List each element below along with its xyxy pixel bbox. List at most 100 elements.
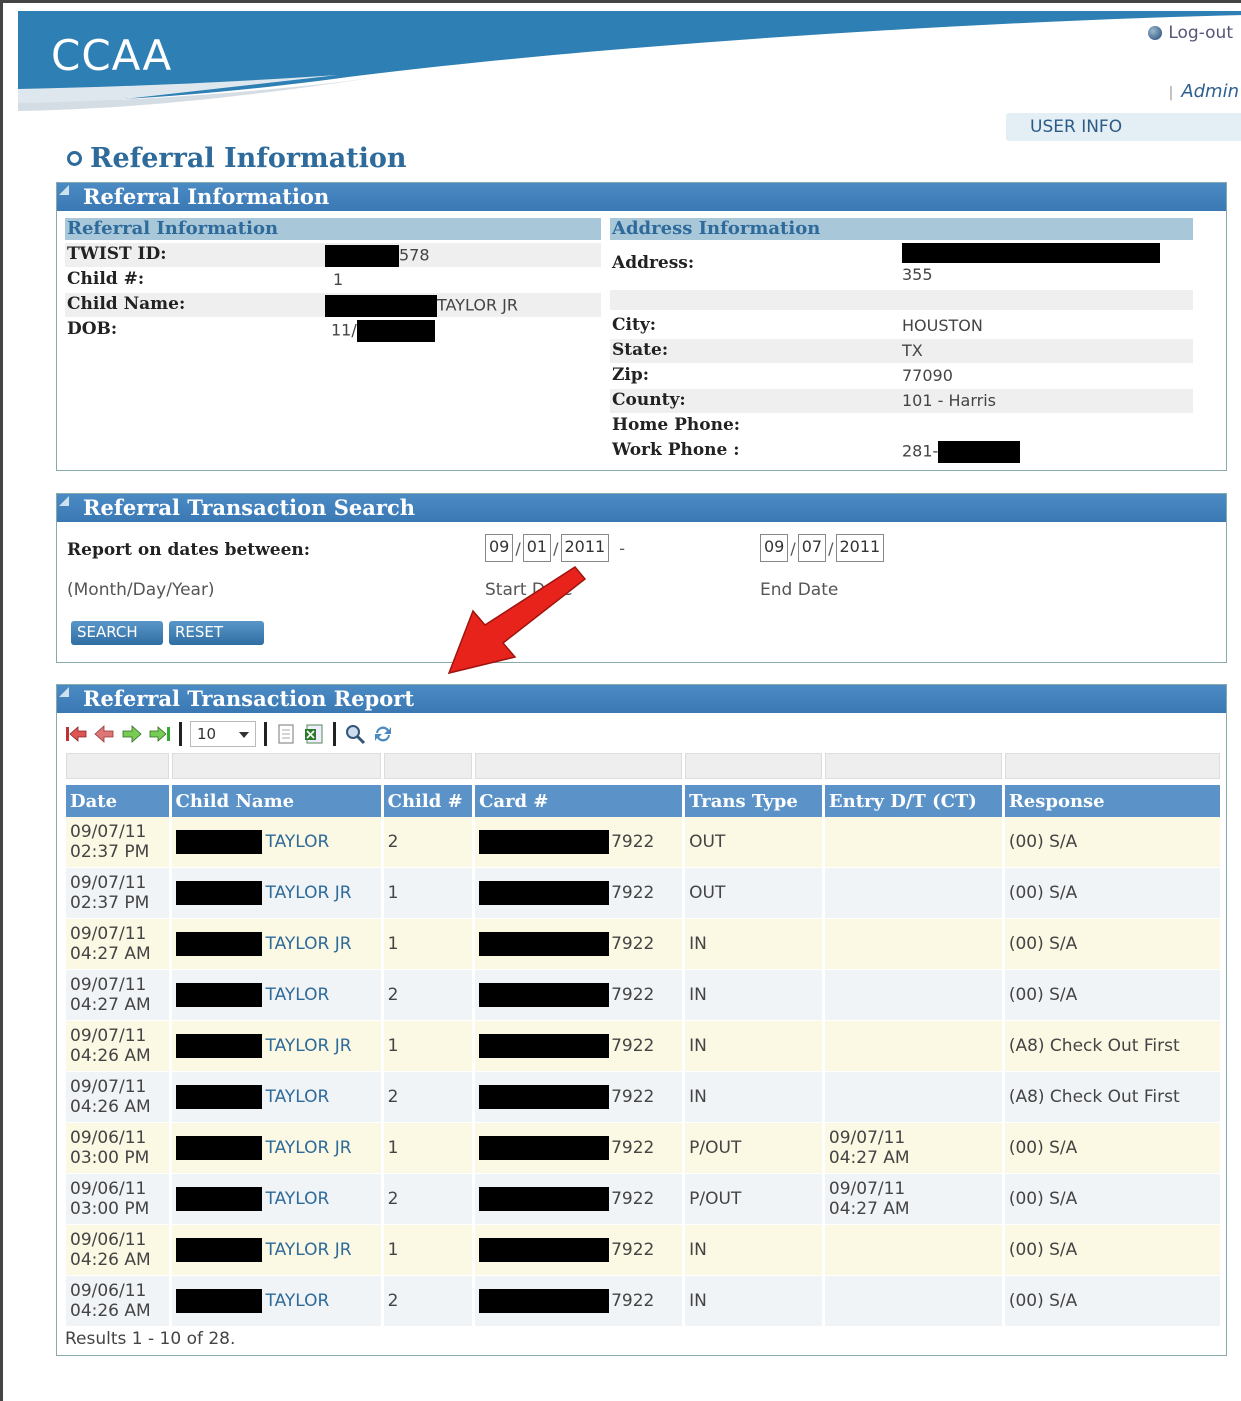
- last-page-icon[interactable]: [149, 723, 171, 745]
- user-info-tab[interactable]: USER INFO: [1006, 113, 1241, 141]
- search-icon[interactable]: [344, 723, 366, 745]
- twist-id-row: TWIST ID: 578: [65, 243, 601, 267]
- address-value: 355: [902, 265, 933, 284]
- filter-cell[interactable]: [66, 753, 169, 779]
- refresh-icon[interactable]: [372, 723, 394, 745]
- start-year-input[interactable]: 2011: [560, 534, 610, 562]
- column-header-date[interactable]: Date: [66, 785, 169, 817]
- table-row[interactable]: 09/06/11 04:26 AM TAYLOR JR 1 7922 IN (00) S/A: [66, 1225, 1220, 1276]
- filter-cell[interactable]: [171, 753, 381, 779]
- county-value: 101 - Harris: [902, 391, 996, 410]
- column-header-card-number[interactable]: Card #: [475, 785, 683, 817]
- redaction: [479, 1238, 610, 1262]
- end-month-input[interactable]: 09: [760, 534, 789, 562]
- table-row[interactable]: 09/07/11 04:26 AM TAYLOR 2 7922 IN (A8) Check …: [66, 1072, 1220, 1123]
- redaction: [938, 441, 1021, 463]
- document-icon[interactable]: [275, 723, 297, 745]
- filter-cell[interactable]: [475, 753, 683, 779]
- date-value: 09/07/11: [70, 1026, 147, 1046]
- redaction: [479, 1187, 610, 1211]
- child-number-cell: 2: [383, 1276, 473, 1327]
- transaction-table: Date Child Name Child # Card # Trans Typ…: [63, 753, 1223, 1327]
- collapse-corner-icon[interactable]: [59, 185, 69, 195]
- county-label: County:: [612, 390, 686, 410]
- previous-page-icon[interactable]: [93, 723, 115, 745]
- child-name-value: TAYLOR: [265, 985, 330, 1005]
- column-header-trans-type[interactable]: Trans Type: [685, 785, 822, 817]
- date-cell: 09/06/11 04:26 AM: [66, 1276, 169, 1327]
- collapse-corner-icon[interactable]: [59, 496, 69, 506]
- page-size-select[interactable]: 10: [190, 721, 256, 747]
- column-header-child-name[interactable]: Child Name: [171, 785, 381, 817]
- child-name-row: Child Name: TAYLOR JR: [65, 293, 601, 317]
- section-heading: Referral Information: [65, 218, 601, 240]
- entry-dt-cell: [824, 970, 1002, 1021]
- user-name-link[interactable]: | Admin: [1169, 81, 1239, 102]
- child-name-cell: TAYLOR JR: [171, 1021, 381, 1072]
- table-row[interactable]: 09/07/11 02:37 PM TAYLOR JR 1 7922 OUT (00) S/…: [66, 868, 1220, 919]
- child-number-cell: 1: [383, 1123, 473, 1174]
- child-number-cell: 1: [383, 919, 473, 970]
- filter-row: [66, 753, 1220, 779]
- date-range-dash: -: [619, 538, 625, 558]
- start-month-input[interactable]: 09: [485, 534, 514, 562]
- transaction-report-panel: Referral Transaction Report 10 Date Chil…: [56, 684, 1227, 1356]
- referral-info-panel: Referral Information Referral Informatio…: [56, 182, 1227, 471]
- page-title: Referral Information: [67, 143, 407, 174]
- date-cell: 09/06/11 03:00 PM: [66, 1123, 169, 1174]
- column-header-child-number[interactable]: Child #: [383, 785, 473, 817]
- response-cell: (A8) Check Out First: [1004, 1021, 1220, 1072]
- slash: /: [828, 538, 834, 558]
- page-size-value: 10: [197, 725, 217, 743]
- end-day-input[interactable]: 07: [797, 534, 827, 562]
- table-row[interactable]: 09/07/11 04:26 AM TAYLOR JR 1 7922 IN (A8) Che…: [66, 1021, 1220, 1072]
- child-name-cell: TAYLOR: [171, 1072, 381, 1123]
- report-dates-label: Report on dates between:: [67, 540, 311, 560]
- results-count: Results 1 - 10 of 28.: [65, 1329, 236, 1349]
- table-row[interactable]: 09/06/11 04:26 AM TAYLOR 2 7922 IN (00) S/A: [66, 1276, 1220, 1327]
- end-year-input[interactable]: 2011: [835, 534, 885, 562]
- date-value: 09/06/11: [70, 1281, 147, 1301]
- next-page-icon[interactable]: [121, 723, 143, 745]
- card-number-value: 7922: [611, 883, 655, 903]
- start-day-input[interactable]: 01: [522, 534, 552, 562]
- city-label: City:: [612, 315, 656, 335]
- zip-label: Zip:: [612, 365, 650, 385]
- search-button[interactable]: SEARCH: [71, 621, 163, 645]
- table-row[interactable]: 09/07/11 02:37 PM TAYLOR 2 7922 OUT (00) S/A: [66, 817, 1220, 868]
- collapse-corner-icon[interactable]: [59, 687, 69, 697]
- filter-cell[interactable]: [685, 753, 822, 779]
- filter-cell[interactable]: [824, 753, 1002, 779]
- column-header-response[interactable]: Response: [1004, 785, 1220, 817]
- first-page-icon[interactable]: [65, 723, 87, 745]
- child-number-cell: 1: [383, 868, 473, 919]
- child-name-value: TAYLOR: [265, 832, 330, 852]
- card-number-cell: 7922: [475, 1174, 683, 1225]
- trans-type-cell: IN: [685, 1021, 822, 1072]
- panel-header: Referral Information: [57, 183, 1226, 211]
- child-number-label: Child #:: [67, 269, 145, 289]
- logout-link[interactable]: Log-out: [1148, 23, 1233, 43]
- filter-cell[interactable]: [1004, 753, 1220, 779]
- date-format-hint: (Month/Day/Year): [67, 580, 215, 600]
- table-row[interactable]: 09/06/11 03:00 PM TAYLOR 2 7922 P/OUT 09/07/11…: [66, 1174, 1220, 1225]
- entry-time-value: 04:27 AM: [828, 1199, 910, 1219]
- table-row[interactable]: 09/07/11 04:27 AM TAYLOR 2 7922 IN (00) S/A: [66, 970, 1220, 1021]
- child-number-value: 1: [333, 270, 344, 289]
- card-number-value: 7922: [611, 1189, 655, 1209]
- toolbar-separator: [179, 722, 182, 746]
- work-phone-label: Work Phone :: [612, 440, 740, 460]
- excel-export-icon[interactable]: [303, 723, 325, 745]
- end-date-group: 09/ 07/ 2011: [760, 534, 885, 562]
- redaction: [479, 983, 610, 1007]
- table-row[interactable]: 09/07/11 04:27 AM TAYLOR JR 1 7922 IN (00) S/A: [66, 919, 1220, 970]
- card-number-value: 7922: [611, 1036, 655, 1056]
- date-cell: 09/06/11 04:26 AM: [66, 1225, 169, 1276]
- redaction: [325, 245, 399, 267]
- filter-cell[interactable]: [383, 753, 473, 779]
- column-header-entry-dt[interactable]: Entry D/T (CT): [824, 785, 1002, 817]
- toolbar-separator: [333, 722, 336, 746]
- time-value: 04:26 AM: [70, 1250, 151, 1270]
- table-row[interactable]: 09/06/11 03:00 PM TAYLOR JR 1 7922 P/OUT 09/07…: [66, 1123, 1220, 1174]
- reset-button[interactable]: RESET: [169, 621, 264, 645]
